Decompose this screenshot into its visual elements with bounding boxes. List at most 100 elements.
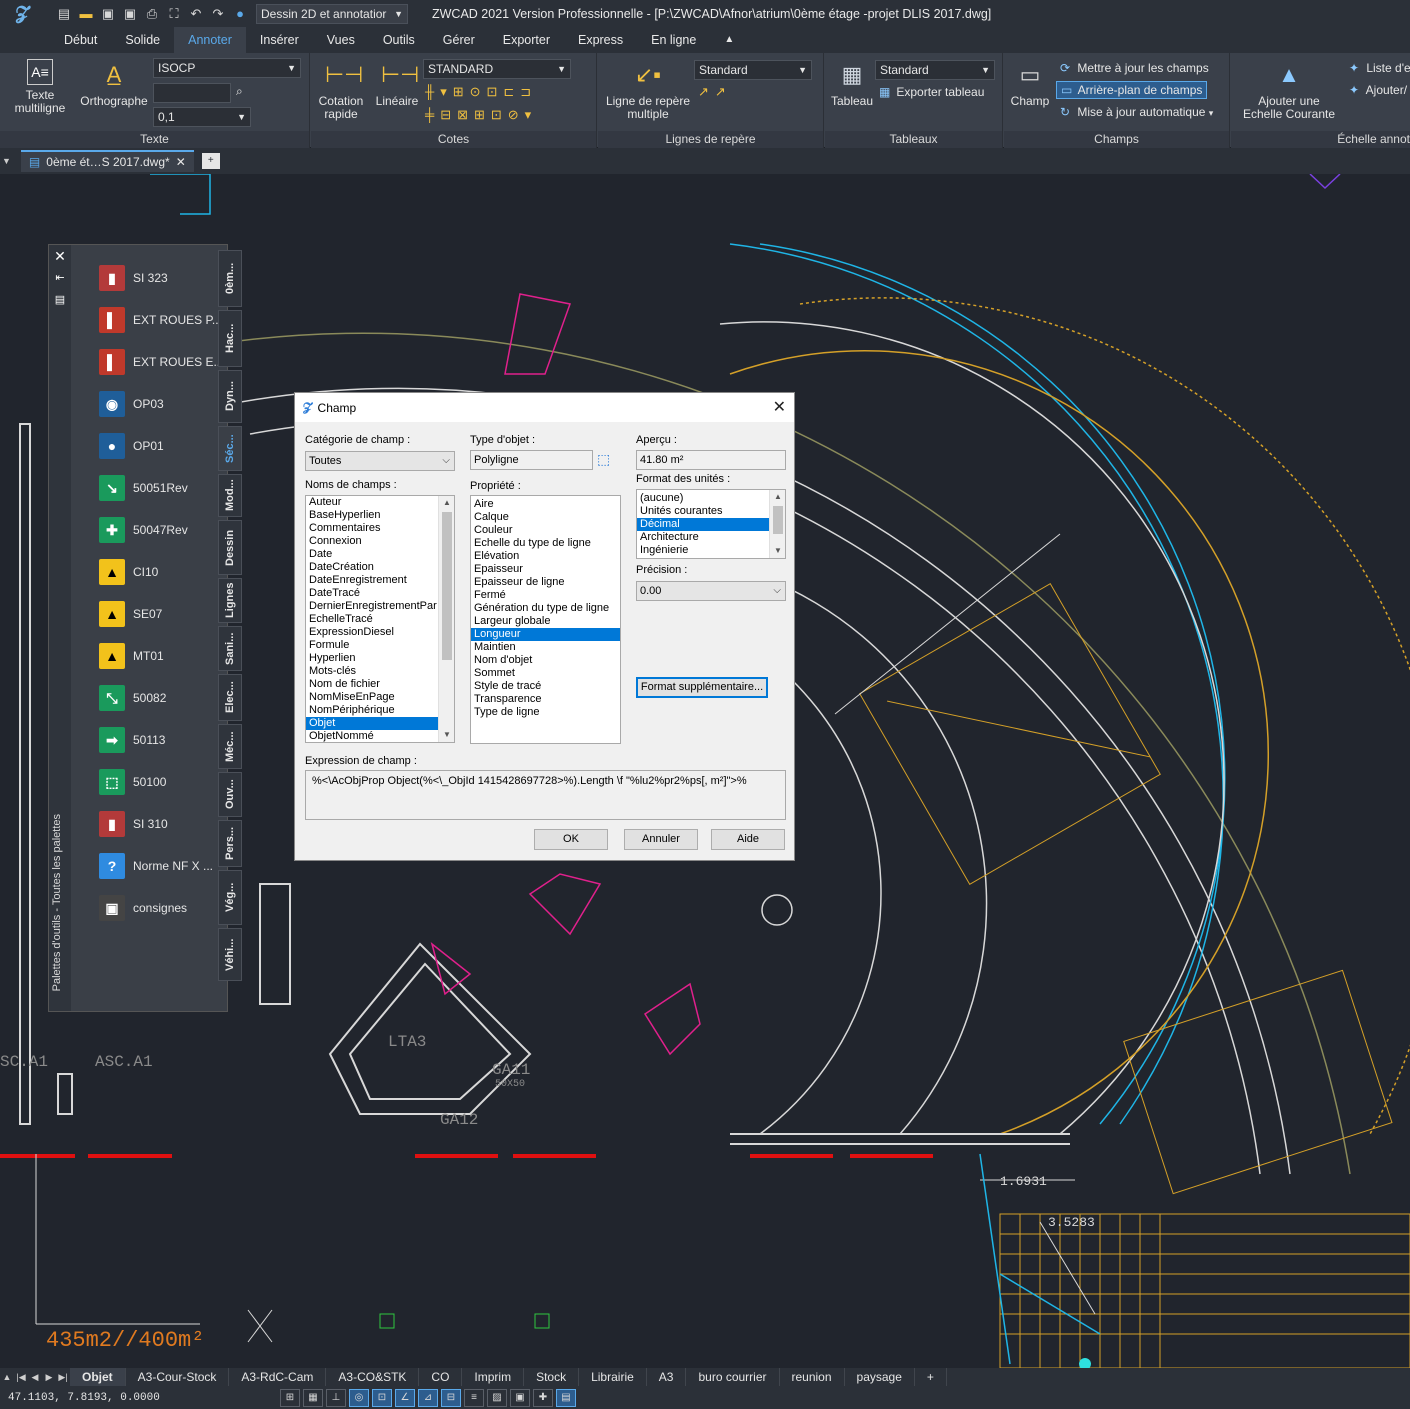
property-list[interactable]: Aire Calque Couleur Echelle du type de lign… xyxy=(470,495,621,744)
workspace-dropdown[interactable]: Dessin 2D et annotatior ▼ xyxy=(256,3,408,24)
field-name-item[interactable]: DateTracé xyxy=(306,587,454,600)
layout-tab[interactable]: paysage xyxy=(845,1368,915,1386)
dim-style-select[interactable]: STANDARD ▼ xyxy=(423,59,571,79)
text-find-input[interactable] xyxy=(153,83,231,103)
text-height-select[interactable]: 0,1 ▼ xyxy=(153,107,251,127)
grid-icon[interactable]: ▦ xyxy=(303,1388,323,1407)
palette-tab[interactable]: Sani... xyxy=(218,626,242,671)
field-name-item[interactable]: DateEnregistrement xyxy=(306,574,454,587)
zwcad-logo-icon[interactable]: 𝓩 xyxy=(0,0,44,27)
scale-list-button[interactable]: ✦ Liste d'e xyxy=(1349,61,1410,75)
help-button[interactable]: Aide xyxy=(711,829,785,850)
text-style-select[interactable]: ISOCP ▼ xyxy=(153,58,301,78)
find-text-icon[interactable]: ⌕ xyxy=(236,84,243,99)
field-name-item[interactable]: Hyperlien xyxy=(306,652,454,665)
save-icon[interactable]: ▣ xyxy=(100,6,116,22)
field-name-item[interactable]: DateCréation xyxy=(306,561,454,574)
prev-layout-first-icon[interactable]: |◀ xyxy=(14,1372,28,1383)
palette-item[interactable]: ▲ CI10 xyxy=(99,558,158,586)
palette-tab[interactable]: Vég... xyxy=(218,870,242,925)
property-item[interactable]: Couleur xyxy=(471,524,620,537)
next-layout-icon[interactable]: ▶ xyxy=(42,1372,56,1383)
palette-item[interactable]: ⤡ 50082 xyxy=(99,684,166,712)
cancel-button[interactable]: Annuler xyxy=(624,829,698,850)
property-item[interactable]: Maintien xyxy=(471,641,620,654)
palette-item[interactable]: ◉ OP03 xyxy=(99,390,164,418)
table-style-select[interactable]: Standard ▼ xyxy=(875,60,995,80)
quick-properties-icon[interactable]: ▤ xyxy=(556,1388,576,1407)
palette-item[interactable]: ? Norme NF X ... xyxy=(99,852,213,880)
transparency-icon[interactable]: ▨ xyxy=(487,1388,507,1407)
dimension-tools-row2[interactable]: ╪⊟⊠⊞⊡⊘▾ xyxy=(425,107,537,123)
units-scrollbar[interactable]: ▲ ▼ xyxy=(769,490,785,558)
auto-update-button[interactable]: ↻ Mise à jour automatique ▾ xyxy=(1060,105,1213,119)
table-button[interactable]: ▦ Tableau xyxy=(827,59,877,108)
redo-icon[interactable]: ↷ xyxy=(210,6,226,22)
palette-tab[interactable]: Ouv... xyxy=(218,772,242,817)
field-name-item[interactable]: DernierEnregistrementPar xyxy=(306,600,454,613)
property-item[interactable]: Nom d'objet xyxy=(471,654,620,667)
layout-tab[interactable]: CO xyxy=(419,1368,463,1386)
palette-item[interactable]: ▌ EXT ROUES P... xyxy=(99,306,222,334)
expression-field[interactable]: %<\AcObjProp Object(%<\_ObjId 1415428697… xyxy=(305,770,786,820)
palette-tab[interactable]: Hac... xyxy=(218,310,242,367)
spelling-button[interactable]: A̲ Orthographe xyxy=(78,59,150,108)
property-item[interactable]: Echelle du type de ligne xyxy=(471,537,620,550)
palette-tab[interactable]: Dessin xyxy=(218,520,242,575)
palette-item[interactable]: ▌ EXT ROUES E... xyxy=(99,348,223,376)
otrack-icon[interactable]: ∠ xyxy=(395,1388,415,1407)
scroll-down-icon[interactable]: ▼ xyxy=(770,544,785,558)
category-select[interactable]: Toutes ⌵ xyxy=(305,451,455,471)
document-tab[interactable]: ▤ 0ème ét…S 2017.dwg* ✕ xyxy=(20,150,194,172)
palette-item[interactable]: ▮ SI 323 xyxy=(99,264,168,292)
dynamic-input-icon[interactable]: ⊟ xyxy=(441,1388,461,1407)
tab-express[interactable]: Express xyxy=(564,27,637,53)
layout-tab[interactable]: reunion xyxy=(780,1368,845,1386)
field-name-item[interactable]: Formule xyxy=(306,639,454,652)
multileader-button[interactable]: ↙▪ Ligne de repère multiple xyxy=(602,59,694,121)
close-icon[interactable]: ✕ xyxy=(49,245,71,267)
property-item[interactable]: Elévation xyxy=(471,550,620,563)
property-item[interactable]: Aire xyxy=(471,498,620,511)
close-icon[interactable]: ✕ xyxy=(176,155,186,169)
linear-dimension-button[interactable]: ⊢⊣ Linéaire xyxy=(371,59,423,108)
property-item[interactable]: Fermé xyxy=(471,589,620,602)
dimension-tools-row1[interactable]: ╫▾⊞⊙⊡⊏⊐ xyxy=(425,84,537,100)
zoom-extents-icon[interactable]: ⛶ xyxy=(166,6,182,22)
palette-item[interactable]: ▲ SE07 xyxy=(99,600,162,628)
new-file-icon[interactable]: ▤ xyxy=(56,6,72,22)
osnap-icon[interactable]: ⊡ xyxy=(372,1388,392,1407)
additional-format-button[interactable]: Format supplémentaire... xyxy=(636,677,768,698)
field-button[interactable]: ▭ Champ xyxy=(1008,59,1052,108)
leader-tools[interactable]: ↗↗ xyxy=(698,84,732,100)
field-name-item[interactable]: Auteur xyxy=(306,496,454,509)
palette-tab[interactable]: Séc... xyxy=(218,426,242,471)
auto-hide-icon[interactable]: ⇤ xyxy=(49,267,71,289)
scroll-down-icon[interactable]: ▼ xyxy=(439,728,454,742)
lineweight-icon[interactable]: ≡ xyxy=(464,1388,484,1407)
field-background-button[interactable]: ▭ Arrière-plan de champs xyxy=(1056,81,1208,99)
field-name-item[interactable]: Objet xyxy=(306,717,454,730)
field-name-item[interactable]: NomMiseEnPage xyxy=(306,691,454,704)
layout-tab[interactable]: A3 xyxy=(647,1368,687,1386)
layout-tab[interactable]: A3-Cour-Stock xyxy=(126,1368,230,1386)
layout-tab[interactable]: Objet xyxy=(70,1368,126,1386)
palette-tab[interactable]: Véhi... xyxy=(218,928,242,981)
palette-item[interactable]: ✚ 50047Rev xyxy=(99,516,188,544)
tab-debut[interactable]: Début xyxy=(50,27,111,53)
update-fields-button[interactable]: ⟳ Mettre à jour les champs xyxy=(1060,61,1209,75)
palette-tab[interactable]: 0èm... xyxy=(218,250,242,307)
field-name-item[interactable]: Connexion xyxy=(306,535,454,548)
tab-inserer[interactable]: Insérer xyxy=(246,27,313,53)
field-names-scrollbar[interactable]: ▲ ▼ xyxy=(438,496,454,742)
property-item[interactable]: Largeur globale xyxy=(471,615,620,628)
property-item[interactable]: Style de tracé xyxy=(471,680,620,693)
help-icon[interactable]: ● xyxy=(232,6,248,22)
field-name-item[interactable]: ExpressionDiesel xyxy=(306,626,454,639)
property-item[interactable]: Sommet xyxy=(471,667,620,680)
ok-button[interactable]: OK xyxy=(534,829,608,850)
palette-item[interactable]: ➡ 50113 xyxy=(99,726,165,754)
polar-icon[interactable]: ◎ xyxy=(349,1388,369,1407)
units-list[interactable]: (aucune) Unités courantes Décimal Architect… xyxy=(636,489,786,559)
undo-icon[interactable]: ↶ xyxy=(188,6,204,22)
